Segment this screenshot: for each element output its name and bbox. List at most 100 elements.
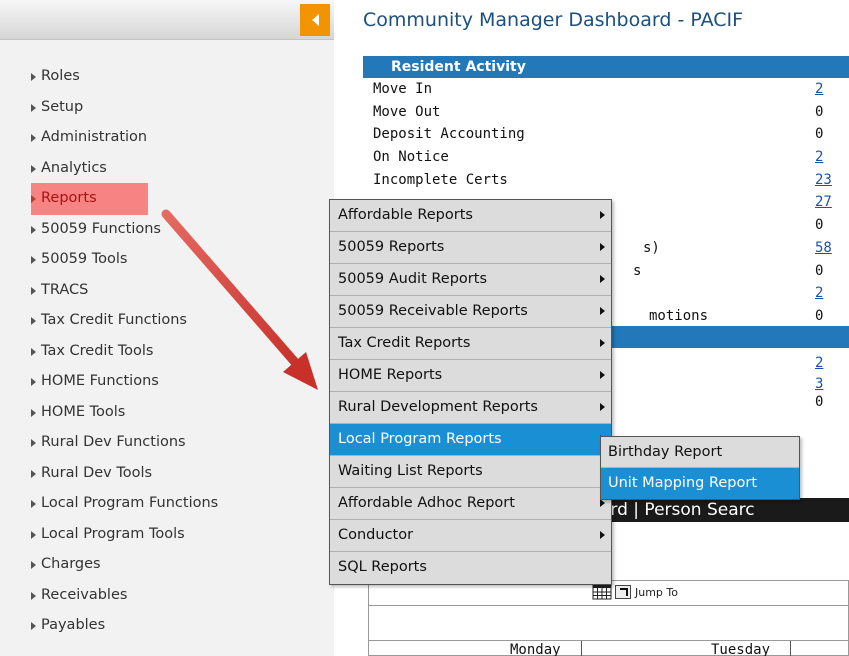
sidebar: Roles Setup Administration Analytics Rep… — [0, 0, 334, 656]
submenu-arrow-icon — [600, 499, 605, 507]
sidebar-item-local-program-tools[interactable]: Local Program Tools — [0, 519, 334, 550]
activity-label: Move In — [373, 81, 433, 97]
menu-item-label: 50059 Receivable Reports — [338, 303, 528, 319]
resident-activity-header: Resident Activity — [363, 56, 849, 78]
caret-right-icon — [31, 225, 36, 234]
activity-row: Move Out 0 — [363, 101, 849, 124]
sidebar-item-roles[interactable]: Roles — [0, 61, 334, 92]
menu-item-label: Conductor — [338, 527, 414, 543]
caret-right-icon — [31, 591, 36, 600]
submenu-arrow-icon — [600, 339, 605, 347]
menu-item-affordable-adhoc-report[interactable]: Affordable Adhoc Report — [330, 488, 611, 520]
menu-item-50059-receivable-reports[interactable]: 50059 Receivable Reports — [330, 296, 611, 328]
activity-row: Move In 2 — [363, 78, 849, 101]
sidebar-item-payables[interactable]: Payables — [0, 610, 334, 641]
menu-item-label: 50059 Reports — [338, 239, 445, 255]
menu-item-50059-audit-reports[interactable]: 50059 Audit Reports — [330, 264, 611, 296]
menu-item-tax-credit-reports[interactable]: Tax Credit Reports — [330, 328, 611, 360]
section-value-link[interactable]: 3 — [815, 375, 823, 393]
submenu-arrow-icon — [600, 275, 605, 283]
activity-value: 0 — [815, 103, 824, 120]
submenu-arrow-icon — [600, 243, 605, 251]
activity-value: 0 — [815, 262, 824, 279]
activity-label: On Notice — [373, 149, 449, 166]
caret-right-icon — [31, 317, 36, 325]
activity-label: Incomplete Certs — [373, 171, 508, 188]
menu-item-label: Waiting List Reports — [338, 463, 483, 479]
activity-value: 0 — [815, 307, 824, 324]
caret-right-icon — [31, 469, 36, 478]
calendar-header — [368, 640, 849, 656]
chevron-left-icon — [311, 14, 319, 26]
activity-label: Move Out — [373, 103, 441, 120]
sidebar-item-receivables[interactable]: Receivables — [0, 580, 334, 611]
caret-right-icon — [31, 347, 36, 356]
sidebar-item-home-functions[interactable]: HOME Functions — [0, 366, 334, 397]
submenu-arrow-icon — [600, 211, 605, 219]
caret-right-icon — [31, 73, 36, 81]
activity-label: Deposit Accounting — [373, 126, 525, 143]
menu-item-conductor[interactable]: Conductor — [330, 520, 611, 552]
sidebar-item-analytics[interactable]: Analytics — [0, 153, 334, 184]
submenu-arrow-icon — [600, 403, 605, 411]
caret-right-icon — [31, 530, 36, 539]
activity-value-link[interactable]: 58 — [815, 237, 832, 260]
activity-row: Incomplete Certs 23 — [363, 169, 849, 192]
submenu-arrow-icon — [600, 531, 605, 539]
submenu-item-birthday-report[interactable]: Birthday Report — [601, 437, 799, 468]
menu-item-rural-development-reports[interactable]: Rural Development Reports — [330, 392, 611, 424]
section-value-link[interactable]: 2 — [815, 352, 823, 375]
reports-menu: Affordable Reports 50059 Reports 50059 A… — [329, 199, 612, 585]
calendar-icon[interactable] — [592, 584, 612, 600]
sidebar-item-setup[interactable]: Setup — [0, 92, 334, 123]
menu-item-label: Rural Development Reports — [338, 399, 538, 415]
local-program-submenu: Birthday Report Unit Mapping Report — [600, 436, 800, 500]
caret-right-icon — [31, 561, 36, 569]
activity-value-link[interactable]: 2 — [815, 282, 823, 305]
sidebar-item-rural-dev-functions[interactable]: Rural Dev Functions — [0, 427, 334, 458]
submenu-item-unit-mapping-report[interactable]: Unit Mapping Report — [601, 468, 799, 499]
sidebar-item-administration[interactable]: Administration — [0, 122, 334, 153]
caret-right-icon — [31, 378, 36, 386]
collapse-sidebar-button[interactable] — [300, 4, 330, 36]
activity-value-link[interactable]: 2 — [815, 78, 823, 101]
caret-right-icon — [31, 408, 36, 417]
sidebar-item-reports[interactable]: Reports — [0, 183, 148, 215]
sidebar-header — [0, 0, 334, 40]
sidebar-item-50059-tools[interactable]: 50059 Tools — [0, 244, 334, 275]
jump-icon — [615, 585, 631, 599]
sidebar-item-tax-credit-tools[interactable]: Tax Credit Tools — [0, 336, 334, 367]
menu-item-local-program-reports[interactable]: Local Program Reports — [330, 424, 611, 456]
calendar-day-header: Monday — [510, 642, 561, 656]
menu-item-label: SQL Reports — [338, 559, 427, 575]
sidebar-item-local-program-functions[interactable]: Local Program Functions — [0, 488, 334, 519]
sidebar-item-tracs[interactable]: TRACS — [0, 275, 334, 306]
activity-value-link[interactable]: 27 — [815, 191, 832, 214]
submenu-arrow-icon — [600, 307, 605, 315]
sidebar-item-tax-credit-functions[interactable]: Tax Credit Functions — [0, 305, 334, 336]
activity-value: 0 — [815, 217, 824, 234]
calendar-divider — [790, 641, 791, 656]
submenu-arrow-icon — [600, 371, 605, 379]
sidebar-item-50059-functions[interactable]: 50059 Functions — [0, 214, 334, 245]
caret-right-icon — [31, 500, 36, 508]
calendar-day-header: Tuesday — [711, 642, 771, 656]
menu-item-affordable-reports[interactable]: Affordable Reports — [330, 200, 611, 232]
menu-item-50059-reports[interactable]: 50059 Reports — [330, 232, 611, 264]
activity-value-link[interactable]: 23 — [815, 169, 832, 192]
caret-right-icon — [31, 134, 36, 142]
dashboard-toolbar[interactable]: ard | Person Searc — [600, 498, 849, 522]
sidebar-item-rural-dev-tools[interactable]: Rural Dev Tools — [0, 458, 334, 489]
sidebar-item-charges[interactable]: Charges — [0, 549, 334, 580]
caret-right-icon — [31, 439, 36, 447]
sidebar-item-home-tools[interactable]: HOME Tools — [0, 397, 334, 428]
activity-value-link[interactable]: 2 — [815, 146, 823, 169]
activity-value: 0 — [815, 126, 824, 143]
menu-item-label: HOME Reports — [338, 367, 443, 383]
jump-to-button[interactable]: Jump To — [615, 582, 678, 602]
menu-item-home-reports[interactable]: HOME Reports — [330, 360, 611, 392]
menu-item-label: Local Program Reports — [338, 431, 502, 447]
menu-item-waiting-list-reports[interactable]: Waiting List Reports — [330, 456, 611, 488]
caret-right-icon — [31, 286, 36, 295]
menu-item-sql-reports[interactable]: SQL Reports — [330, 552, 611, 584]
